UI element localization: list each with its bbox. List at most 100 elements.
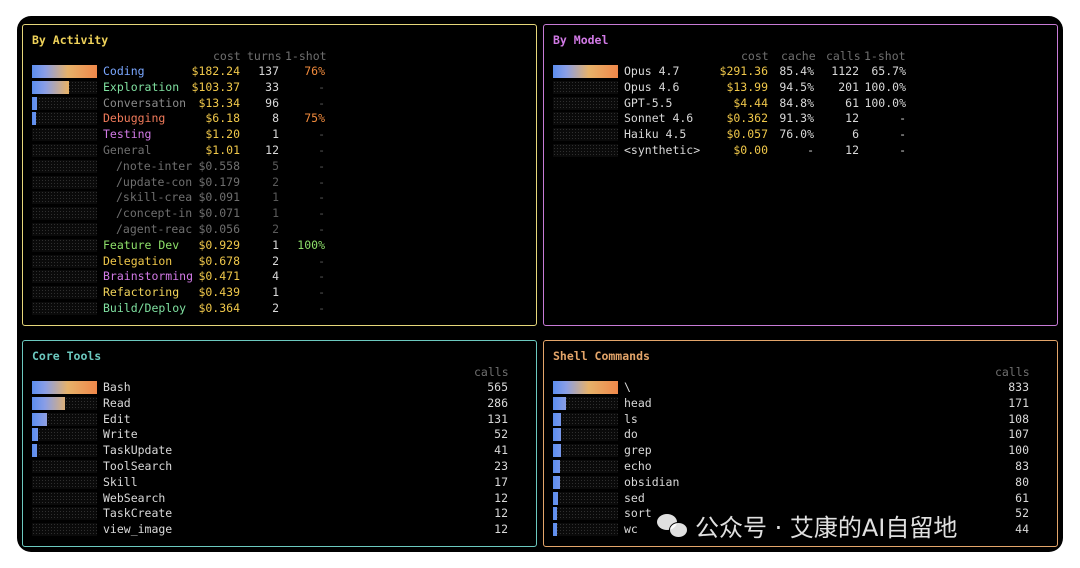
panel-title: By Model bbox=[553, 33, 609, 47]
activity-turns: 1 bbox=[272, 237, 279, 252]
activity-turns: 1 bbox=[272, 206, 279, 221]
table-row: Refactoring $0.439 1 - bbox=[23, 285, 536, 301]
model-name: Sonnet 4.6 bbox=[624, 111, 694, 126]
model-oneshot: - bbox=[899, 111, 906, 126]
shell-name: do bbox=[624, 427, 638, 442]
activity-name: Coding bbox=[103, 64, 145, 78]
activity-turns: 1 bbox=[272, 127, 279, 142]
activity-name: /agent-reac bbox=[116, 221, 193, 236]
usage-bar bbox=[32, 238, 97, 252]
usage-bar bbox=[553, 396, 618, 410]
panel-core-tools: Core Tools calls Bash 565 Read 286 Edit 131 Wr… bbox=[22, 340, 537, 547]
tools-calls: 12 bbox=[494, 522, 508, 537]
activity-turns: 2 bbox=[272, 253, 279, 268]
list-item: obsidian 80 bbox=[544, 475, 1057, 491]
list-item: Read 286 bbox=[23, 396, 536, 412]
tools-name: Read bbox=[103, 395, 131, 410]
list-item: TaskUpdate 41 bbox=[23, 443, 536, 459]
header-calls: calls bbox=[826, 49, 861, 63]
usage-bar-fill bbox=[32, 381, 97, 394]
activity-cost: $1.20 bbox=[205, 127, 240, 142]
header-oneshot: 1-shot bbox=[285, 49, 327, 63]
activity-oneshot: - bbox=[318, 142, 325, 157]
model-cache: 91.3% bbox=[779, 111, 814, 126]
list-item: TaskCreate 12 bbox=[23, 506, 536, 522]
shell-name: \ bbox=[624, 380, 631, 394]
shell-calls: 52 bbox=[1015, 506, 1029, 521]
activity-name: Conversation bbox=[103, 95, 187, 110]
activity-cost: $6.18 bbox=[205, 111, 240, 126]
shell-name: sort bbox=[624, 506, 652, 521]
shell-calls: 833 bbox=[1008, 380, 1029, 394]
usage-bar-fill bbox=[32, 412, 47, 426]
watermark-text: 公众号 · 艾康的AI自留地 bbox=[695, 514, 958, 542]
activity-cost: $13.34 bbox=[198, 95, 240, 110]
usage-bar-fill bbox=[32, 444, 37, 458]
activity-cost: $103.37 bbox=[191, 79, 240, 94]
activity-oneshot: - bbox=[318, 269, 325, 284]
tools-name: Write bbox=[103, 427, 138, 442]
activity-turns: 2 bbox=[272, 221, 279, 236]
activity-turns: 4 bbox=[272, 269, 279, 284]
activity-oneshot: 75% bbox=[304, 111, 325, 126]
header-calls: calls bbox=[474, 365, 509, 379]
table-row: Brainstorming $0.471 4 - bbox=[23, 269, 536, 285]
model-cost: $0.362 bbox=[726, 111, 768, 126]
table-row: Sonnet 4.6 $0.362 91.3% 12 - bbox=[544, 111, 1057, 127]
activity-cost: $0.071 bbox=[198, 206, 240, 221]
usage-bar bbox=[32, 128, 97, 142]
activity-cost: $0.678 bbox=[198, 253, 240, 268]
shell-name: grep bbox=[624, 443, 652, 458]
tools-calls: 12 bbox=[494, 490, 508, 505]
usage-bar bbox=[553, 507, 618, 521]
model-cost: $0.00 bbox=[733, 142, 768, 157]
usage-bar-fill bbox=[32, 65, 97, 78]
usage-bar-fill bbox=[32, 396, 65, 410]
model-calls: 12 bbox=[845, 142, 859, 157]
header-cost: cost bbox=[741, 49, 769, 63]
tools-name: Edit bbox=[103, 411, 131, 426]
activity-name: /update-con bbox=[116, 174, 193, 189]
tools-rows: Bash 565 Read 286 Edit 131 Write 52 TaskUpdate 41… bbox=[23, 380, 536, 538]
model-cache: 94.5% bbox=[779, 79, 814, 94]
model-oneshot: - bbox=[899, 142, 906, 157]
activity-turns: 2 bbox=[272, 300, 279, 315]
tools-calls: 286 bbox=[487, 395, 508, 410]
activity-name: /note-inter bbox=[116, 158, 193, 173]
model-cache: 85.4% bbox=[779, 64, 814, 78]
usage-bar-fill bbox=[32, 96, 37, 110]
usage-bar bbox=[553, 459, 618, 473]
model-calls: 61 bbox=[845, 95, 859, 110]
table-row: Delegation $0.678 2 - bbox=[23, 254, 536, 270]
activity-oneshot: - bbox=[318, 127, 325, 142]
usage-bar-fill bbox=[553, 523, 557, 537]
panel-title: Core Tools bbox=[32, 349, 102, 363]
shell-name: echo bbox=[624, 458, 652, 473]
tools-calls: 17 bbox=[494, 474, 508, 489]
table-row: Exploration $103.37 33 - bbox=[23, 80, 536, 96]
usage-bar bbox=[32, 459, 97, 473]
list-item: Write 52 bbox=[23, 427, 536, 443]
usage-bar bbox=[553, 96, 618, 110]
list-item: \ 833 bbox=[544, 380, 1057, 396]
tools-calls: 12 bbox=[494, 506, 508, 521]
usage-bar-fill bbox=[553, 396, 566, 410]
list-item: view_image 12 bbox=[23, 522, 536, 538]
table-row: Opus 4.6 $13.99 94.5% 201 100.0% bbox=[544, 80, 1057, 96]
usage-bar bbox=[32, 80, 97, 94]
shell-calls: 83 bbox=[1015, 458, 1029, 473]
activity-turns: 1 bbox=[272, 190, 279, 205]
activity-turns: 8 bbox=[272, 111, 279, 126]
activity-oneshot: - bbox=[318, 285, 325, 300]
table-row: Haiku 4.5 $0.057 76.0% 6 - bbox=[544, 127, 1057, 143]
list-item: ToolSearch 23 bbox=[23, 459, 536, 475]
activity-name: Build/Deploy bbox=[103, 300, 187, 315]
usage-bar bbox=[32, 96, 97, 110]
usage-bar bbox=[32, 381, 97, 394]
activity-oneshot: - bbox=[318, 174, 325, 189]
model-name: Opus 4.7 bbox=[624, 64, 680, 78]
activity-oneshot: - bbox=[318, 221, 325, 236]
usage-bar bbox=[553, 523, 618, 537]
shell-calls: 108 bbox=[1008, 411, 1029, 426]
table-row: GPT-5.5 $4.44 84.8% 61 100.0% bbox=[544, 96, 1057, 112]
